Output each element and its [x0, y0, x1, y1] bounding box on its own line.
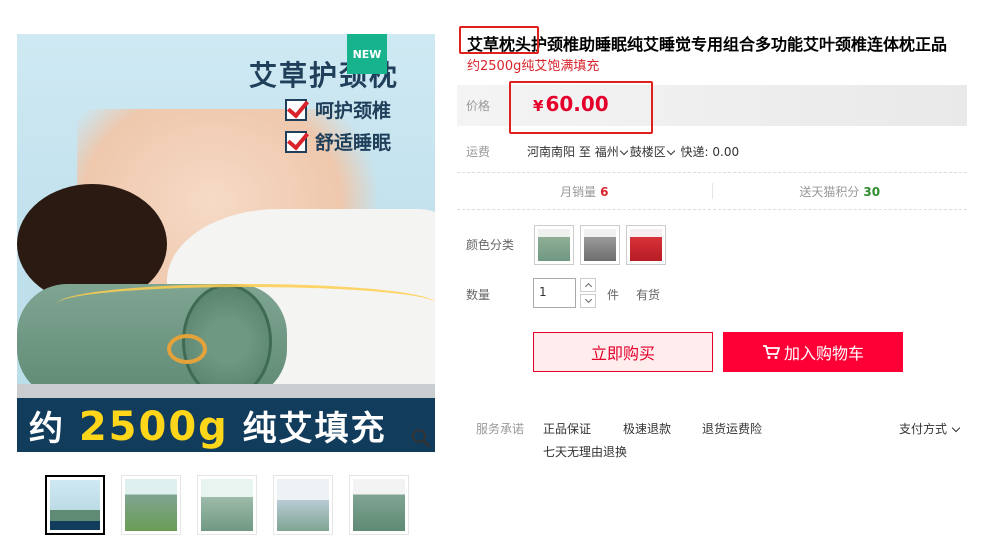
- divider: [457, 209, 967, 210]
- banner-text: 约 2500g 纯艾填充: [29, 401, 387, 450]
- monthly-sales-count: 6: [600, 184, 609, 199]
- swatch-image: [584, 229, 616, 261]
- image-glow-line: [57, 284, 435, 324]
- ship-to-word: 至: [578, 145, 591, 159]
- payment-methods-dropdown[interactable]: 支付方式: [899, 420, 962, 437]
- add-to-cart-button[interactable]: 加入购物车: [723, 332, 903, 372]
- color-swatch-red[interactable]: [626, 225, 666, 265]
- thumbnail-2[interactable]: [121, 475, 181, 535]
- chevron-up-icon: [584, 282, 592, 291]
- color-label: 颜色分类: [466, 238, 515, 252]
- service-item[interactable]: 极速退款: [623, 420, 671, 437]
- quantity-input[interactable]: 1: [533, 278, 576, 308]
- quantity-decrease-button[interactable]: [580, 294, 596, 308]
- stock-status: 有货: [636, 288, 661, 302]
- payment-label: 支付方式: [899, 422, 948, 436]
- chevron-down-icon: [951, 423, 961, 433]
- banner-weight: 2500g: [78, 403, 229, 450]
- banner-prefix: 约: [29, 408, 65, 449]
- color-swatch-gray[interactable]: [580, 225, 620, 265]
- tmall-points: 送天猫积分 30: [713, 183, 968, 200]
- zoom-icon[interactable]: [409, 426, 433, 450]
- thumbnail-image: [201, 479, 253, 531]
- monthly-sales: 月销量 6: [457, 183, 712, 200]
- banner-suffix: 纯艾填充: [242, 408, 387, 449]
- thumbnail-strip: [45, 475, 409, 535]
- product-page: 艾草护颈枕 呵护颈椎 舒适睡眠 NEW 约 2500g 纯艾填充 艾草枕头护颈椎…: [0, 0, 987, 554]
- monthly-sales-label: 月销量: [560, 184, 597, 199]
- chevron-down-icon: [619, 146, 628, 156]
- shipping-fee: 快递: 0.00: [680, 145, 740, 159]
- buy-now-button[interactable]: 立即购买: [533, 332, 713, 372]
- image-drawstring: [167, 334, 207, 364]
- service-item[interactable]: 正品保证: [543, 420, 591, 437]
- image-feature-text: 舒适睡眠: [315, 132, 392, 154]
- ship-from: 河南南阳: [527, 145, 576, 159]
- image-feature-text: 呵护颈椎: [315, 100, 392, 122]
- services-label: 服务承诺: [476, 422, 525, 436]
- color-swatch-green[interactable]: [534, 225, 574, 265]
- chevron-down-icon: [584, 295, 592, 304]
- stats-row: 月销量 6 送天猫积分 30: [457, 178, 967, 204]
- service-item[interactable]: 七天无理由退换: [543, 443, 627, 460]
- image-feature-2: 舒适睡眠: [285, 128, 391, 155]
- thumbnail-4[interactable]: [273, 475, 333, 535]
- main-product-image[interactable]: 艾草护颈枕 呵护颈椎 舒适睡眠: [17, 34, 435, 452]
- thumbnail-image: [277, 479, 329, 531]
- ship-district: 鼓楼区: [629, 145, 666, 159]
- checkbox-icon: [285, 130, 307, 153]
- thumbnail-image: [353, 479, 405, 531]
- ship-city-select[interactable]: 福州: [595, 145, 630, 159]
- quantity-label: 数量: [466, 288, 491, 302]
- service-item[interactable]: 退货运费险: [702, 420, 762, 437]
- quantity-unit: 件: [607, 288, 620, 302]
- thumbnail-1[interactable]: [45, 475, 105, 535]
- divider: [457, 172, 967, 173]
- ship-district-select[interactable]: 鼓楼区: [630, 145, 677, 159]
- thumbnail-image: [125, 479, 177, 531]
- quantity-increase-button[interactable]: [580, 278, 596, 292]
- new-badge: NEW: [347, 34, 387, 74]
- add-to-cart-label: 加入购物车: [783, 344, 864, 363]
- ship-city: 福州: [594, 145, 619, 159]
- swatch-image: [538, 229, 570, 261]
- thumbnail-5[interactable]: [349, 475, 409, 535]
- thumbnail-image: [50, 480, 100, 530]
- price-highlight-box: [509, 81, 653, 134]
- color-swatches: [534, 225, 666, 265]
- points-label: 送天猫积分: [799, 184, 860, 199]
- chevron-down-icon: [666, 146, 675, 156]
- thumbnail-3[interactable]: [197, 475, 257, 535]
- image-banner: 约 2500g 纯艾填充: [17, 398, 435, 452]
- shipping-info: 河南南阳 至 福州 鼓楼区 快递: 0.00: [527, 143, 739, 160]
- swatch-image: [630, 229, 662, 261]
- title-highlight-box: [459, 26, 539, 54]
- image-feature-1: 呵护颈椎: [285, 96, 391, 123]
- points-count: 30: [863, 184, 881, 199]
- cart-icon: [762, 345, 780, 359]
- product-title: 艾草枕头护颈椎助睡眠纯艾睡觉专用组合多功能艾叶颈椎连体枕正品: [467, 35, 948, 54]
- price-label: 价格: [466, 99, 491, 113]
- product-subtitle: 约2500g纯艾饱满填充: [467, 59, 600, 74]
- shipping-label: 运费: [466, 145, 491, 159]
- checkbox-icon: [285, 98, 307, 121]
